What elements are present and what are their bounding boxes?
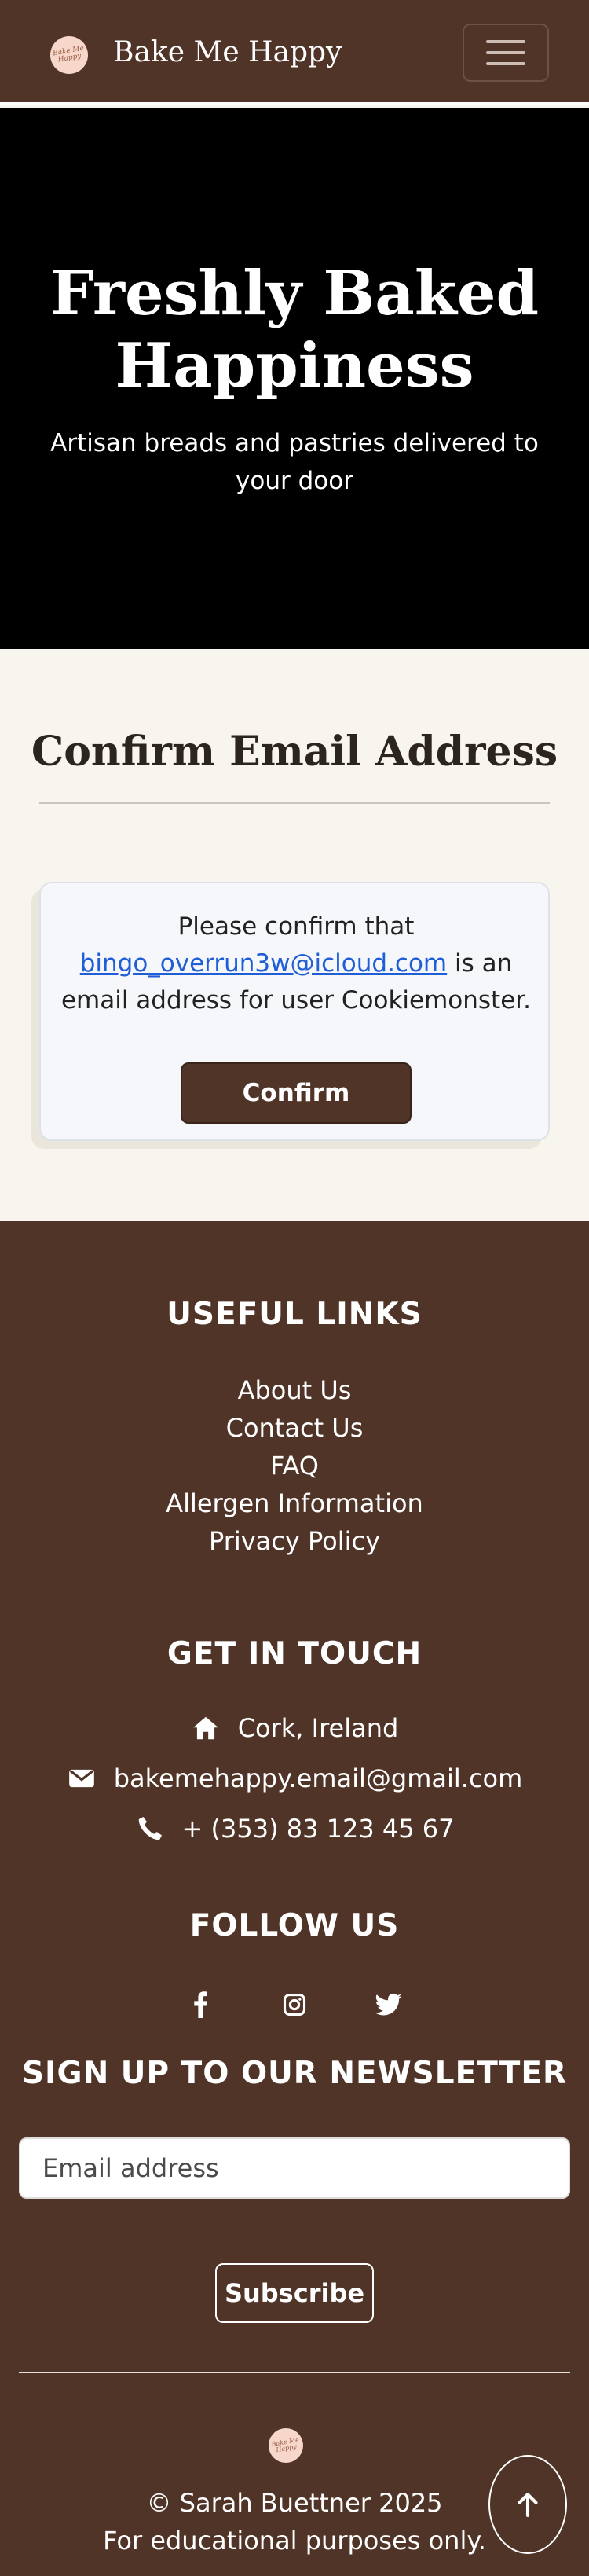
brand-name[interactable]: Bake Me Happy — [113, 36, 342, 68]
phone-icon — [138, 1816, 162, 1840]
newsletter-email-input[interactable]: Email address — [19, 2137, 570, 2199]
twitter-icon[interactable] — [375, 1991, 402, 2018]
social-icons — [0, 1991, 589, 2018]
contact-email: bakemehappy.email@gmail.com — [0, 1763, 589, 1793]
main-content: Confirm Email Address Please confirm tha… — [0, 649, 589, 1221]
arrow-up-icon — [518, 2493, 538, 2518]
location-text: Cork, Ireland — [237, 1713, 399, 1743]
footer-divider — [19, 2372, 570, 2373]
home-icon — [192, 1716, 218, 1740]
contact-phone: + (353) 83 123 45 67 — [0, 1814, 589, 1844]
back-to-top-button[interactable] — [488, 2455, 567, 2554]
confirm-card: Please confirm that bingo_overrun3w@iclo… — [39, 882, 550, 1141]
navbar: Bake Me Happy Bake Me Happy — [0, 0, 589, 105]
phone-text[interactable]: + (353) 83 123 45 67 — [182, 1814, 455, 1844]
email-text[interactable]: bakemehappy.email@gmail.com — [114, 1763, 523, 1793]
subscribe-button[interactable]: Subscribe — [215, 2263, 374, 2323]
facebook-icon[interactable] — [187, 1991, 214, 2018]
page-title: Confirm Email Address — [31, 728, 558, 776]
hamburger-icon-bar — [486, 62, 525, 65]
logo-icon[interactable]: Bake Me Happy — [50, 36, 88, 74]
hamburger-icon-bar — [486, 40, 525, 43]
newsletter-heading: SIGN UP TO OUR NEWSLETTER — [21, 2056, 568, 2091]
footer-link-allergen[interactable]: Allergen Information — [0, 1488, 589, 1518]
useful-links-heading: USEFUL LINKS — [166, 1297, 423, 1332]
instagram-icon[interactable] — [281, 1991, 308, 2018]
email-link[interactable]: bingo_overrun3w@icloud.com — [80, 949, 447, 978]
footer-link-privacy[interactable]: Privacy Policy — [0, 1526, 589, 1556]
hamburger-icon-bar — [486, 51, 525, 54]
footer-logo-text: Bake Me Happy — [270, 2436, 300, 2454]
hero-subtitle: Artisan breads and pastries delivered to… — [50, 429, 539, 495]
footer-link-contact[interactable]: Contact Us — [0, 1413, 589, 1443]
menu-toggle-button[interactable] — [463, 24, 549, 82]
follow-us-heading: FOLLOW US — [189, 1908, 400, 1943]
confirm-message: Please confirm that bingo_overrun3w@iclo… — [57, 908, 536, 1019]
footer-logo-icon: Bake Me Happy — [269, 2428, 303, 2463]
footer-link-about[interactable]: About Us — [0, 1375, 589, 1405]
title-divider — [39, 802, 550, 804]
footer-link-faq[interactable]: FAQ — [0, 1451, 589, 1481]
confirm-button[interactable]: Confirm — [181, 1062, 412, 1124]
hero-banner: Freshly Baked Happiness Artisan breads a… — [0, 108, 589, 649]
envelope-icon — [68, 1769, 94, 1788]
footer: USEFUL LINKS About Us Contact Us FAQ All… — [0, 1221, 589, 2576]
get-in-touch-heading: GET IN TOUCH — [166, 1636, 423, 1671]
logo-text: Bake Me Happy — [52, 44, 85, 64]
confirm-text-before: Please confirm that — [177, 912, 415, 941]
hero-title: Freshly Baked Happiness — [49, 258, 540, 402]
contact-location: Cork, Ireland — [0, 1713, 589, 1743]
